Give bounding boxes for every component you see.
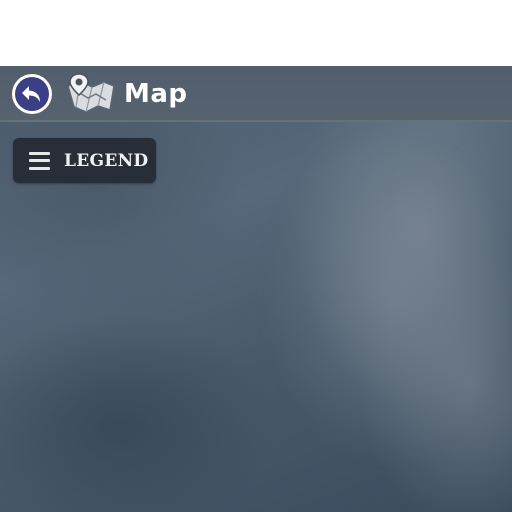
top-blank-area [0, 0, 512, 66]
page-title: Map [124, 79, 188, 109]
map-screen: Map LEGEND [0, 0, 512, 512]
back-arrow-icon [15, 77, 49, 111]
legend-label: LEGEND [64, 150, 149, 171]
header-bar: Map [0, 66, 512, 122]
hamburger-menu-icon [29, 151, 50, 170]
map-view[interactable] [0, 66, 512, 512]
legend-button[interactable]: LEGEND [13, 138, 156, 183]
back-button[interactable] [12, 74, 52, 114]
fog-of-war [260, 126, 512, 466]
folded-map-pin-icon [64, 72, 118, 116]
